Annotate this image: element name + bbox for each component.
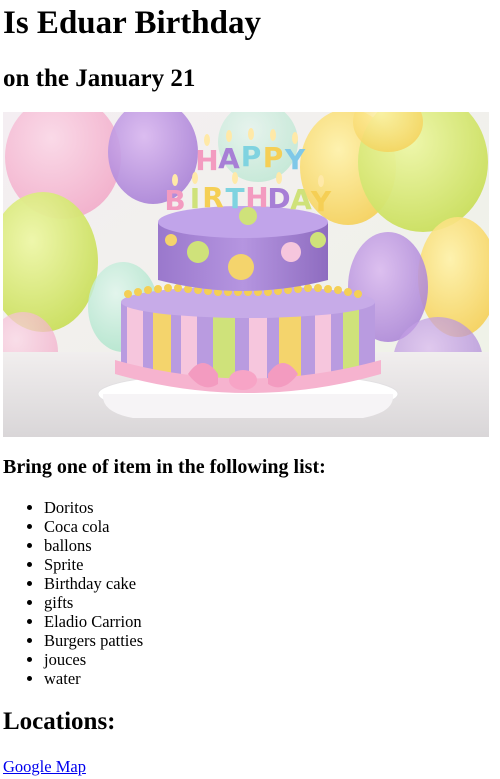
list-item: water <box>44 669 143 688</box>
svg-text:B: B <box>164 184 185 217</box>
list-item: Eladio Carrion <box>44 612 143 631</box>
list-item: Birthday cake <box>44 574 143 593</box>
list-item: ballons <box>44 536 143 555</box>
page-subtitle: on the January 21 <box>3 65 196 92</box>
birthday-cake-illustration: H A P P Y B I R T H D A Y <box>3 112 489 437</box>
svg-text:Y: Y <box>284 143 306 176</box>
list-item: Doritos <box>44 498 143 517</box>
svg-text:A: A <box>218 142 240 175</box>
svg-text:T: T <box>225 182 244 215</box>
svg-text:P: P <box>241 140 262 173</box>
list-item: Burgers patties <box>44 631 143 650</box>
items-list: Doritos Coca cola ballons Sprite Birthda… <box>3 498 143 688</box>
locations-heading: Locations: <box>3 708 116 735</box>
svg-text:D: D <box>267 182 290 215</box>
svg-text:P: P <box>263 141 284 174</box>
birthday-cake-image: H A P P Y B I R T H D A Y <box>3 112 489 437</box>
svg-text:Y: Y <box>310 185 332 218</box>
list-heading: Bring one of item in the following list: <box>3 456 326 478</box>
svg-text:H: H <box>245 181 268 214</box>
svg-text:I: I <box>190 182 200 215</box>
google-map-link[interactable]: Google Map <box>3 757 86 777</box>
list-item: gifts <box>44 593 143 612</box>
list-item: Sprite <box>44 555 143 574</box>
svg-text:H: H <box>195 144 218 177</box>
svg-text:A: A <box>290 183 312 216</box>
list-item: Coca cola <box>44 517 143 536</box>
page-title: Is Eduar Birthday <box>3 5 261 41</box>
list-item: jouces <box>44 650 143 669</box>
svg-text:R: R <box>202 181 224 214</box>
